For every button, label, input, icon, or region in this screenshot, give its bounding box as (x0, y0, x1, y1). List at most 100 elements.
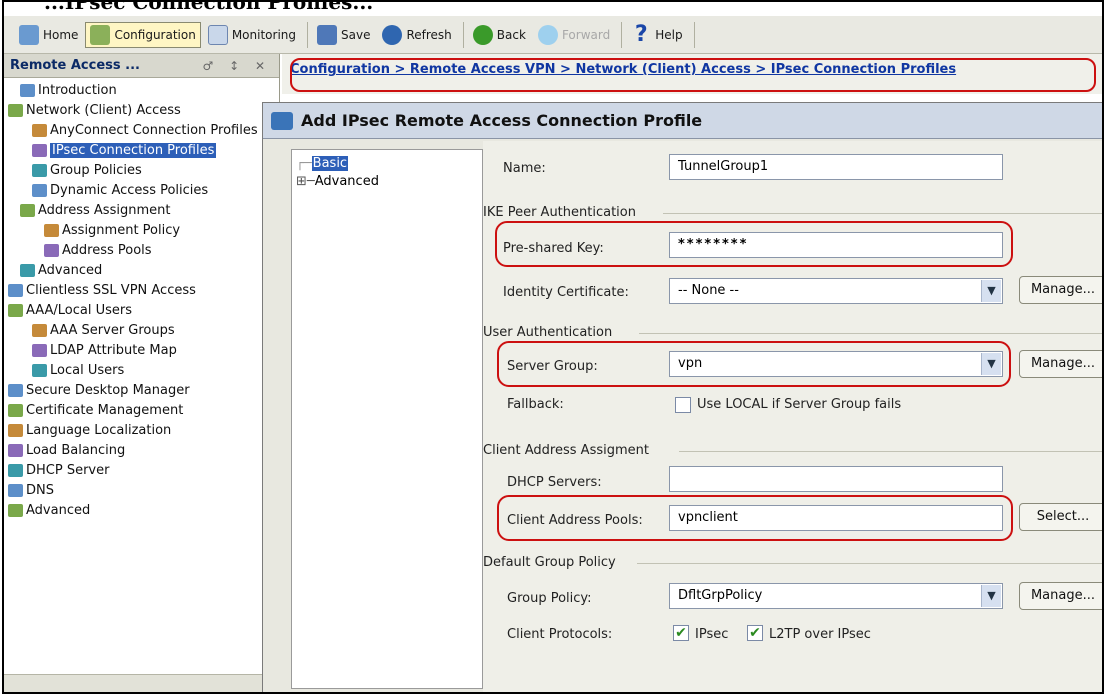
nav-tree-item-label: Load Balancing (26, 442, 126, 458)
nav-tree-item[interactable]: Secure Desktop Manager (4, 380, 279, 400)
nav-tree-item-label: AAA/Local Users (26, 302, 133, 318)
nav-tree-item-label: Dynamic Access Policies (50, 182, 209, 198)
configuration-button[interactable]: Configuration (85, 21, 201, 48)
back-button[interactable]: Back (468, 22, 531, 48)
nav-tree-item-label: Language Localization (26, 422, 172, 438)
save-button[interactable]: Save (312, 22, 375, 48)
main-toolbar: Home Configuration Monitoring Save Refre… (4, 16, 1102, 54)
nav-tree-item[interactable]: AnyConnect Connection Profiles (4, 120, 279, 140)
manage-server-group-button[interactable]: Manage... (1019, 350, 1102, 378)
dialog-app-icon (271, 111, 293, 130)
name-field[interactable]: TunnelGroup1 (669, 154, 1003, 180)
toolbar-divider (307, 21, 308, 48)
group-policy-value: DfltGrpPolicy (678, 588, 763, 603)
l2tp-checkbox[interactable]: ✔ (747, 625, 763, 641)
toolbar-divider (462, 21, 464, 48)
nav-tree-item[interactable]: IPsec Connection Profiles (4, 140, 279, 160)
nav-tree-item[interactable]: Advanced (4, 260, 279, 280)
group-policy-icon (32, 163, 47, 177)
nav-tree-item[interactable]: Load Balancing (4, 440, 279, 460)
pane-controls[interactable]: ♂ ↕ ✕ (203, 59, 272, 73)
dhcp-servers-field[interactable] (669, 466, 1003, 492)
monitoring-button[interactable]: Monitoring (203, 22, 301, 48)
dialog-form: Name: TunnelGroup1 IKE Peer Authenticati… (483, 141, 1102, 692)
manage-group-policy-button[interactable]: Manage... (1019, 582, 1102, 610)
navigation-tree: Introduction Network (Client) Access AnyCo… (4, 78, 279, 520)
nav-tree-item-label: LDAP Attribute Map (50, 342, 177, 358)
manage-certificate-button[interactable]: Manage... (1019, 276, 1102, 304)
nav-tree-item[interactable]: Dynamic Access Policies (4, 180, 279, 200)
ipsec-checkbox[interactable]: ✔ (673, 625, 689, 641)
nav-tree-item[interactable]: DHCP Server (4, 460, 279, 480)
nav-tree-item[interactable]: DNS (4, 480, 279, 500)
identity-certificate-select[interactable]: -- None -- ▼ (669, 278, 1003, 304)
client-address-section-label: Client Address Assigment (483, 443, 649, 458)
local-users-icon (32, 363, 47, 377)
nav-tree-item[interactable]: Language Localization (4, 420, 279, 440)
section-divider (637, 563, 1102, 564)
nav-tree-item[interactable]: LDAP Attribute Map (4, 340, 279, 360)
nav-tree-item-label: AnyConnect Connection Profiles (50, 122, 258, 138)
nav-tree-item[interactable]: Clientless SSL VPN Access (4, 280, 279, 300)
home-label: Home (43, 27, 79, 42)
psk-highlight (495, 221, 1013, 267)
nav-tree-item[interactable]: AAA Server Groups (4, 320, 279, 340)
back-icon (472, 24, 493, 45)
dhcp-icon (8, 463, 23, 477)
help-button[interactable]: ? Help (626, 22, 687, 48)
group-policy-select[interactable]: DfltGrpPolicy ▼ (669, 583, 1003, 609)
section-divider (679, 451, 1102, 452)
nav-tree-item-label: DNS (26, 482, 54, 498)
nav-tree-item-label: Introduction (38, 82, 117, 98)
forward-button[interactable]: Forward (533, 22, 615, 48)
nav-tree-item-label: Assignment Policy (62, 222, 181, 238)
policy-icon (44, 223, 59, 237)
client-address-pools-highlight (497, 495, 1013, 541)
select-pools-button[interactable]: Select... (1019, 503, 1102, 531)
nav-tree-item[interactable]: Introduction (4, 80, 279, 100)
dialog-tree-item-advanced[interactable]: ⊞─ Advanced (292, 172, 482, 190)
fallback-checkbox[interactable] (675, 397, 691, 413)
nav-tree-item[interactable]: Network (Client) Access (4, 100, 279, 120)
dialog-tree-item-basic[interactable]: ┌─ Basic (292, 154, 482, 172)
screenshot-frame: ...IPsec Connection Profiles... Home Con… (2, 0, 1104, 694)
nav-tree-item[interactable]: Assignment Policy (4, 220, 279, 240)
connection-icon (32, 123, 47, 137)
ssl-icon (8, 283, 23, 297)
nav-tree-item[interactable]: Certificate Management (4, 400, 279, 420)
load-balancing-icon (8, 443, 23, 457)
configuration-label: Configuration (114, 27, 196, 42)
nav-tree-item[interactable]: Group Policies (4, 160, 279, 180)
back-label: Back (496, 27, 526, 42)
expand-plus-icon[interactable]: ⊞─ (296, 174, 315, 189)
chevron-down-icon[interactable]: ▼ (981, 280, 1001, 302)
nav-tree-item[interactable]: Advanced (4, 500, 279, 520)
monitoring-label: Monitoring (231, 27, 296, 42)
ip-icon (44, 243, 59, 257)
save-label: Save (341, 27, 371, 42)
nav-tree-item[interactable]: Address Assignment (4, 200, 279, 220)
dap-icon (32, 183, 47, 197)
l2tp-checkbox-label: L2TP over IPsec (769, 627, 871, 642)
refresh-button[interactable]: Refresh (377, 22, 456, 48)
home-button[interactable]: Home (14, 22, 83, 48)
nav-tree-item[interactable]: Address Pools (4, 240, 279, 260)
section-divider (639, 333, 1102, 334)
nav-tree-item-label: Certificate Management (26, 402, 184, 418)
nav-tree-item[interactable]: AAA/Local Users (4, 300, 279, 320)
top-caption: ...IPsec Connection Profiles... (44, 0, 374, 14)
dns-icon (8, 483, 23, 497)
nav-tree-item-label: Advanced (38, 262, 103, 278)
navigation-pane-header: Remote Access ... ♂ ↕ ✕ (4, 54, 279, 78)
ipsec-checkbox-label: IPsec (695, 627, 729, 642)
ldap-icon (32, 343, 47, 357)
horizontal-scrollbar[interactable] (4, 674, 280, 692)
chevron-down-icon[interactable]: ▼ (981, 585, 1001, 607)
advanced-icon (8, 503, 23, 517)
advanced-icon (20, 263, 35, 277)
nav-tree-item-label: IPsec Connection Profiles (50, 142, 217, 158)
fallback-label: Fallback: (507, 397, 564, 412)
nav-tree-item[interactable]: Local Users (4, 360, 279, 380)
dialog-tree: ┌─ Basic ⊞─ Advanced (291, 149, 483, 689)
breadcrumb-highlight (290, 58, 1096, 92)
